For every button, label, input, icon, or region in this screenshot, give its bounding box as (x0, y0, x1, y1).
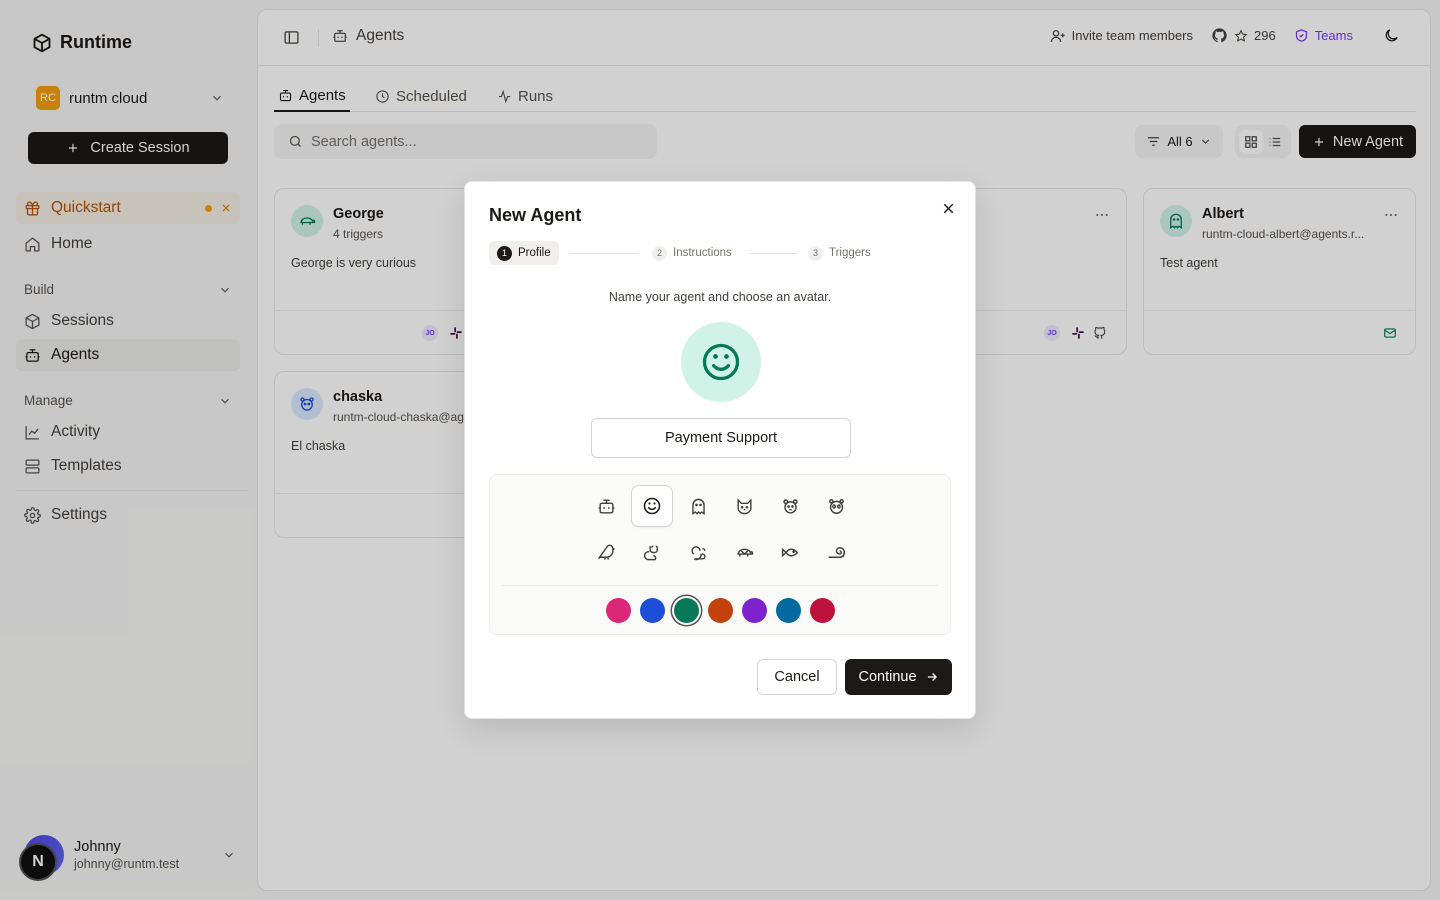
bear-icon[interactable] (769, 485, 811, 527)
avatar-picker (489, 474, 951, 635)
color-swatch-blue[interactable] (640, 598, 665, 623)
color-swatch-red[interactable] (810, 598, 835, 623)
continue-button[interactable]: Continue (845, 659, 952, 695)
color-swatch-purple[interactable] (742, 598, 767, 623)
dialog-title: New Agent (489, 205, 582, 225)
close-icon[interactable] (940, 200, 957, 217)
color-swatch-green[interactable] (674, 598, 699, 623)
fish-icon[interactable] (769, 531, 811, 573)
picker-divider (502, 585, 939, 586)
step-instructions[interactable]: 2 Instructions (652, 241, 732, 265)
smile-icon (699, 340, 743, 384)
arrow-right-icon (925, 670, 939, 684)
step-triggers[interactable]: 3 Triggers (808, 241, 871, 265)
turtle-icon[interactable] (723, 531, 765, 573)
step-number: 3 (808, 245, 823, 261)
continue-label: Continue (858, 669, 917, 685)
rabbit-icon[interactable] (631, 531, 673, 573)
dialog-prompt: Name your agent and choose an avatar. (608, 290, 832, 304)
step-number: 1 (497, 245, 512, 261)
color-swatch-sky[interactable] (776, 598, 801, 623)
color-swatch-orange[interactable] (708, 598, 733, 623)
stepper: 1 Profile 2 Instructions 3 Triggers (489, 241, 953, 265)
cat-icon[interactable] (723, 485, 765, 527)
avatar-preview (681, 322, 761, 402)
step-label: Instructions (673, 247, 732, 259)
step-connector (749, 253, 797, 254)
step-number: 2 (652, 245, 667, 261)
bird-icon[interactable] (585, 531, 627, 573)
snail-icon[interactable] (815, 531, 857, 573)
squirrel-icon[interactable] (677, 531, 719, 573)
step-profile[interactable]: 1 Profile (489, 241, 559, 265)
panda-icon[interactable] (815, 485, 857, 527)
bot-icon[interactable] (585, 485, 627, 527)
agent-name-input[interactable] (591, 418, 851, 458)
step-label: Triggers (829, 247, 871, 259)
cancel-button[interactable]: Cancel (757, 659, 837, 695)
ghost-icon[interactable] (677, 485, 719, 527)
new-agent-dialog: New Agent 1 Profile 2 Instructions 3 Tri… (464, 181, 976, 719)
step-connector (569, 253, 639, 254)
step-label: Profile (518, 247, 551, 259)
smile-icon[interactable] (631, 485, 673, 527)
color-swatch-pink[interactable] (606, 598, 631, 623)
